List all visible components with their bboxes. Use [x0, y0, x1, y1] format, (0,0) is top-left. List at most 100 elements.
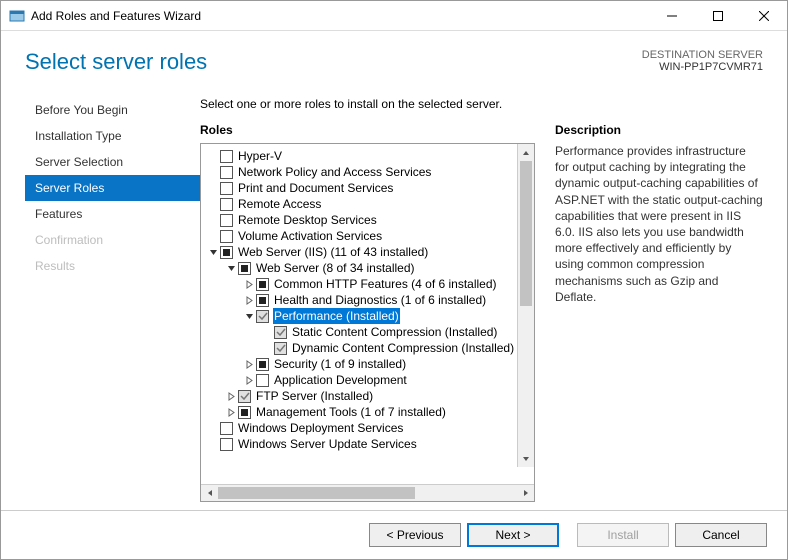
wizard-step[interactable]: Installation Type	[25, 123, 200, 149]
chevron-right-icon[interactable]	[243, 374, 255, 386]
tree-row-label[interactable]: Web Server (8 of 34 installed)	[255, 260, 416, 276]
tree-row-label[interactable]: Management Tools (1 of 7 installed)	[255, 404, 447, 420]
role-checkbox[interactable]	[274, 342, 287, 355]
tree-row-label[interactable]: FTP Server (Installed)	[255, 388, 374, 404]
scroll-right-icon[interactable]	[517, 485, 534, 501]
horizontal-scrollbar[interactable]	[201, 484, 534, 501]
tree-row-label[interactable]: Windows Deployment Services	[237, 420, 404, 436]
tree-row[interactable]: Hyper-V	[201, 148, 534, 164]
role-checkbox[interactable]	[256, 374, 269, 387]
role-checkbox[interactable]	[238, 406, 251, 419]
wizard-step[interactable]: Before You Begin	[25, 97, 200, 123]
role-checkbox[interactable]	[238, 390, 251, 403]
window-title: Add Roles and Features Wizard	[31, 9, 649, 23]
role-checkbox[interactable]	[220, 150, 233, 163]
chevron-right-icon[interactable]	[243, 358, 255, 370]
destination-server-name: WIN-PP1P7CVMR71	[642, 61, 763, 73]
chevron-down-icon[interactable]	[207, 246, 219, 258]
tree-row-label[interactable]: Hyper-V	[237, 148, 283, 164]
main-panel: Select one or more roles to install on t…	[200, 85, 763, 502]
role-checkbox[interactable]	[220, 166, 233, 179]
tree-row-label[interactable]: Remote Desktop Services	[237, 212, 378, 228]
tree-row[interactable]: Remote Desktop Services	[201, 212, 534, 228]
tree-row-label[interactable]: Print and Document Services	[237, 180, 394, 196]
tree-row-label[interactable]: Volume Activation Services	[237, 228, 383, 244]
role-checkbox[interactable]	[256, 310, 269, 323]
tree-row-label[interactable]: Application Development	[273, 372, 408, 388]
role-checkbox[interactable]	[274, 326, 287, 339]
expander-spacer	[207, 422, 219, 434]
tree-row[interactable]: Windows Deployment Services	[201, 420, 534, 436]
chevron-right-icon[interactable]	[243, 278, 255, 290]
tree-row[interactable]: Performance (Installed)	[201, 308, 534, 324]
tree-row-label[interactable]: Dynamic Content Compression (Installed)	[291, 340, 515, 356]
tree-row[interactable]: Security (1 of 9 installed)	[201, 356, 534, 372]
chevron-right-icon[interactable]	[225, 406, 237, 418]
roles-pane: Roles Hyper-VNetwork Policy and Access S…	[200, 123, 535, 502]
scroll-left-icon[interactable]	[201, 485, 218, 501]
tree-row[interactable]: Common HTTP Features (4 of 6 installed)	[201, 276, 534, 292]
chevron-right-icon[interactable]	[225, 390, 237, 402]
vscroll-thumb[interactable]	[520, 161, 532, 306]
page-title: Select server roles	[25, 49, 642, 75]
role-checkbox[interactable]	[220, 182, 233, 195]
role-checkbox[interactable]	[220, 214, 233, 227]
tree-row-label[interactable]: Health and Diagnostics (1 of 6 installed…	[273, 292, 487, 308]
role-checkbox[interactable]	[256, 358, 269, 371]
tree-row[interactable]: Volume Activation Services	[201, 228, 534, 244]
tree-row[interactable]: Management Tools (1 of 7 installed)	[201, 404, 534, 420]
tree-row-label[interactable]: Common HTTP Features (4 of 6 installed)	[273, 276, 498, 292]
tree-row[interactable]: Remote Access	[201, 196, 534, 212]
hscroll-thumb[interactable]	[218, 487, 415, 499]
chevron-right-icon[interactable]	[243, 294, 255, 306]
role-checkbox[interactable]	[256, 294, 269, 307]
role-checkbox[interactable]	[256, 278, 269, 291]
tree-row[interactable]: FTP Server (Installed)	[201, 388, 534, 404]
wizard-step[interactable]: Server Selection	[25, 149, 200, 175]
tree-row[interactable]: Dynamic Content Compression (Installed)	[201, 340, 534, 356]
chevron-down-icon[interactable]	[243, 310, 255, 322]
role-checkbox[interactable]	[220, 246, 233, 259]
tree-row-label[interactable]: Web Server (IIS) (11 of 43 installed)	[237, 244, 429, 260]
tree-row-label[interactable]: Windows Server Update Services	[237, 436, 418, 452]
close-button[interactable]	[741, 1, 787, 31]
maximize-button[interactable]	[695, 1, 741, 31]
vertical-scrollbar[interactable]	[517, 144, 534, 467]
role-checkbox[interactable]	[220, 230, 233, 243]
next-button[interactable]: Next >	[467, 523, 559, 547]
expander-spacer	[207, 198, 219, 210]
wizard-step[interactable]: Features	[25, 201, 200, 227]
role-checkbox[interactable]	[220, 422, 233, 435]
roles-tree-container: Hyper-VNetwork Policy and Access Service…	[200, 143, 535, 502]
role-checkbox[interactable]	[220, 438, 233, 451]
wizard-step[interactable]: Server Roles	[25, 175, 200, 201]
tree-row[interactable]: Network Policy and Access Services	[201, 164, 534, 180]
roles-tree[interactable]: Hyper-VNetwork Policy and Access Service…	[201, 144, 534, 456]
destination-server-block: DESTINATION SERVER WIN-PP1P7CVMR71	[642, 49, 763, 73]
tree-row[interactable]: Web Server (IIS) (11 of 43 installed)	[201, 244, 534, 260]
scroll-down-icon[interactable]	[518, 450, 534, 467]
chevron-down-icon[interactable]	[225, 262, 237, 274]
tree-row[interactable]: Health and Diagnostics (1 of 6 installed…	[201, 292, 534, 308]
vscroll-track[interactable]	[518, 161, 534, 450]
tree-row-label[interactable]: Performance (Installed)	[273, 308, 400, 324]
tree-row[interactable]: Web Server (8 of 34 installed)	[201, 260, 534, 276]
minimize-button[interactable]	[649, 1, 695, 31]
role-checkbox[interactable]	[238, 262, 251, 275]
tree-row[interactable]: Application Development	[201, 372, 534, 388]
roles-tree-viewport: Hyper-VNetwork Policy and Access Service…	[201, 144, 534, 484]
scroll-up-icon[interactable]	[518, 144, 534, 161]
role-checkbox[interactable]	[220, 198, 233, 211]
tree-row-label[interactable]: Security (1 of 9 installed)	[273, 356, 407, 372]
tree-row-label[interactable]: Network Policy and Access Services	[237, 164, 432, 180]
cancel-button[interactable]: Cancel	[675, 523, 767, 547]
app-icon	[9, 8, 25, 24]
expander-spacer	[207, 438, 219, 450]
tree-row-label[interactable]: Remote Access	[237, 196, 322, 212]
hscroll-track[interactable]	[218, 485, 500, 501]
tree-row[interactable]: Static Content Compression (Installed)	[201, 324, 534, 340]
tree-row[interactable]: Print and Document Services	[201, 180, 534, 196]
tree-row-label[interactable]: Static Content Compression (Installed)	[291, 324, 498, 340]
previous-button[interactable]: < Previous	[369, 523, 461, 547]
tree-row[interactable]: Windows Server Update Services	[201, 436, 534, 452]
